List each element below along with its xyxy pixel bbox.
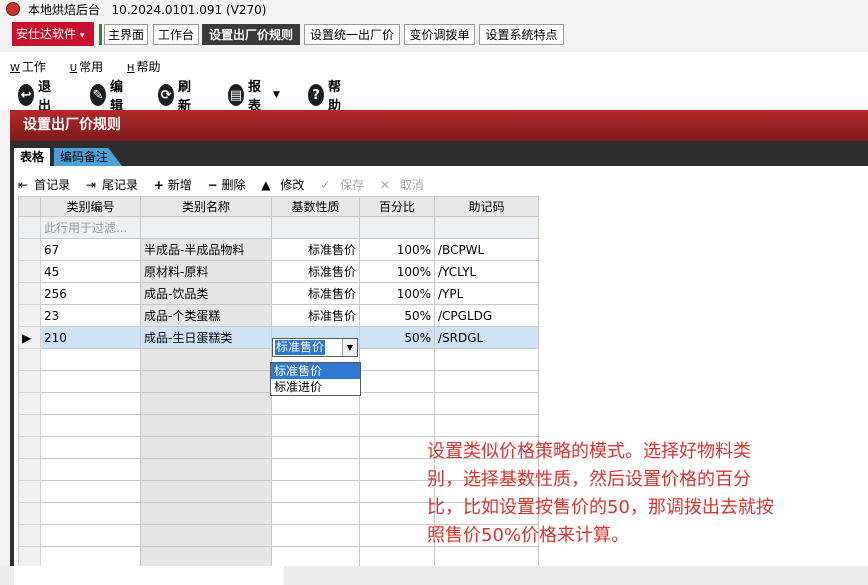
add-button[interactable]: + 新增 xyxy=(154,178,198,192)
check-icon: ✓ xyxy=(320,178,331,192)
exit-button[interactable]: ↩ 退出 xyxy=(18,80,57,114)
table-row[interactable]: 67 半成品-半成品物料 标准售价 100% /BCPWL xyxy=(18,238,539,261)
filter-row[interactable]: 此行用于过滤... xyxy=(18,216,539,239)
percent-cell[interactable]: 100% xyxy=(359,238,435,261)
empty-row[interactable] xyxy=(18,414,539,437)
dropdown-option-standard-sale-price[interactable]: 标准售价 xyxy=(271,363,360,379)
column-header-mnemonic[interactable]: 助记码 xyxy=(434,196,539,217)
first-icon: ⇤ xyxy=(18,178,29,192)
current-row-arrow-icon: ▶ xyxy=(18,326,41,349)
mnemonic-cell[interactable]: /YPL xyxy=(434,282,539,305)
main-tab-row: 安仕达软件 ▾ 主界面 工作台 设置出厂价规则 设置统一出厂价 变价调拨单 设置系… xyxy=(0,22,868,48)
version-label: 10.2024.0101.091 (V270) xyxy=(111,3,267,17)
triangle-up-icon: ▲ xyxy=(261,178,271,192)
mnemonic-cell[interactable]: /BCPWL xyxy=(434,238,539,261)
table-row[interactable]: 45 原材料-原料 标准售价 100% /YCLYL xyxy=(18,260,539,283)
app-logo-icon xyxy=(6,2,20,16)
column-header-percent[interactable]: 百分比 xyxy=(359,196,435,217)
menu-common[interactable]: U 常用 xyxy=(70,60,113,74)
delete-button[interactable]: − 删除 xyxy=(208,178,252,192)
help-button[interactable]: ? 帮助 xyxy=(308,80,347,114)
base-cell[interactable]: 标准售价 xyxy=(271,260,360,283)
row-indicator-header xyxy=(18,196,41,217)
table-row[interactable]: 23 成品-个类蛋糕 标准售价 50% /CPGLDG xyxy=(18,304,539,327)
menu-bar: W 工作 U 常用 H 帮助 xyxy=(10,58,180,75)
code-cell[interactable]: 67 xyxy=(40,238,141,261)
tab-system-features[interactable]: 设置系统特点 xyxy=(479,24,564,45)
exit-icon: ↩ xyxy=(18,84,35,106)
tab-factory-price-rules[interactable]: 设置出厂价规则 xyxy=(202,24,300,45)
code-cell[interactable]: 256 xyxy=(40,282,141,305)
percent-cell[interactable]: 100% xyxy=(359,260,435,283)
column-header-base[interactable]: 基数性质 xyxy=(271,196,360,217)
pencil-icon: ✎ xyxy=(90,84,107,106)
tab-price-transfer[interactable]: 变价调拨单 xyxy=(404,24,475,45)
save-button[interactable]: ✓ 保存 xyxy=(320,178,370,192)
filter-cell[interactable]: 此行用于过滤... xyxy=(40,216,141,239)
window-title: 本地烘焙后台 10.2024.0101.091 (V270) xyxy=(28,3,267,17)
name-cell[interactable]: 成品-生日蛋糕类 xyxy=(140,326,272,349)
tab-unified-factory-price[interactable]: 设置统一出厂价 xyxy=(304,24,400,45)
dropdown-arrow-icon[interactable]: ▼ xyxy=(342,339,357,356)
column-header-name[interactable]: 类别名称 xyxy=(140,196,272,217)
modify-button[interactable]: ▲ 修改 xyxy=(261,178,310,192)
base-cell[interactable]: 标准售价 xyxy=(271,304,360,327)
name-cell[interactable]: 成品-个类蛋糕 xyxy=(140,304,272,327)
percent-cell[interactable]: 100% xyxy=(359,282,435,305)
report-button[interactable]: ▤ 报表 ▼ xyxy=(228,80,280,114)
panel-title: 设置出厂价规则 xyxy=(10,110,868,141)
name-cell[interactable]: 成品-饮品类 xyxy=(140,282,272,305)
dropdown-option-standard-purchase-price[interactable]: 标准进价 xyxy=(271,379,360,395)
code-cell[interactable]: 45 xyxy=(40,260,141,283)
base-type-combobox[interactable]: 标准售价 ▼ xyxy=(272,338,358,357)
refresh-icon: ⟳ xyxy=(158,84,175,106)
code-cell[interactable]: 23 xyxy=(40,304,141,327)
tab-workbench[interactable]: 工作台 xyxy=(153,24,199,45)
column-header-code[interactable]: 类别编号 xyxy=(40,196,141,217)
title-bar: 本地烘焙后台 10.2024.0101.091 (V270) xyxy=(0,0,868,18)
name-cell[interactable]: 原材料-原料 xyxy=(140,260,272,283)
tab-table[interactable]: 表格 xyxy=(14,148,51,166)
plus-icon: + xyxy=(153,178,164,192)
refresh-button[interactable]: ⟳ 刷新 xyxy=(158,80,197,114)
chevron-down-icon: ▼ xyxy=(273,90,280,100)
record-navigator: ⇤ 首记录 ⇥ 尾记录 + 新增 − 删除 ▲ 修改 ✓ 保存 ✕ 取消 xyxy=(18,176,436,193)
close-icon: ✕ xyxy=(379,178,390,192)
mnemonic-cell[interactable]: /YCLYL xyxy=(434,260,539,283)
percent-cell[interactable]: 50% xyxy=(359,304,435,327)
edit-button[interactable]: ✎ 编辑 xyxy=(90,80,129,114)
menu-work[interactable]: W 工作 xyxy=(10,60,56,74)
minus-icon: − xyxy=(207,178,218,192)
table-row[interactable]: 256 成品-饮品类 标准售价 100% /YPL xyxy=(18,282,539,305)
annotation-text: 设置类似价格策略的模式。选择好物料类 别，选择基数性质，然后设置价格的百分 比，… xyxy=(427,441,774,546)
name-cell[interactable]: 半成品-半成品物料 xyxy=(140,238,272,261)
base-cell[interactable]: 标准售价 xyxy=(271,238,360,261)
last-icon: ⇥ xyxy=(85,178,96,192)
printer-icon: ▤ xyxy=(228,84,245,106)
base-cell[interactable]: 标准售价 xyxy=(271,282,360,305)
brand-menu-button[interactable]: 安仕达软件 ▾ xyxy=(12,22,94,46)
cancel-button[interactable]: ✕ 取消 xyxy=(380,178,430,192)
tab-main[interactable]: 主界面 xyxy=(104,24,148,45)
mnemonic-cell[interactable]: /SRDGL xyxy=(434,326,539,349)
code-cell[interactable]: 210 xyxy=(40,326,141,349)
mnemonic-cell[interactable]: /CPGLDG xyxy=(434,304,539,327)
status-bar-segment xyxy=(14,566,284,585)
menu-help[interactable]: H 帮助 xyxy=(127,60,171,74)
chevron-down-icon: ▾ xyxy=(80,31,85,41)
base-type-dropdown-list: 标准售价 标准进价 xyxy=(270,362,361,396)
question-icon: ? xyxy=(308,84,325,106)
first-record-button[interactable]: ⇤ 首记录 xyxy=(18,178,76,192)
last-record-button[interactable]: ⇥ 尾记录 xyxy=(86,178,144,192)
percent-cell[interactable]: 50% xyxy=(359,326,435,349)
tab-separator xyxy=(99,24,102,45)
